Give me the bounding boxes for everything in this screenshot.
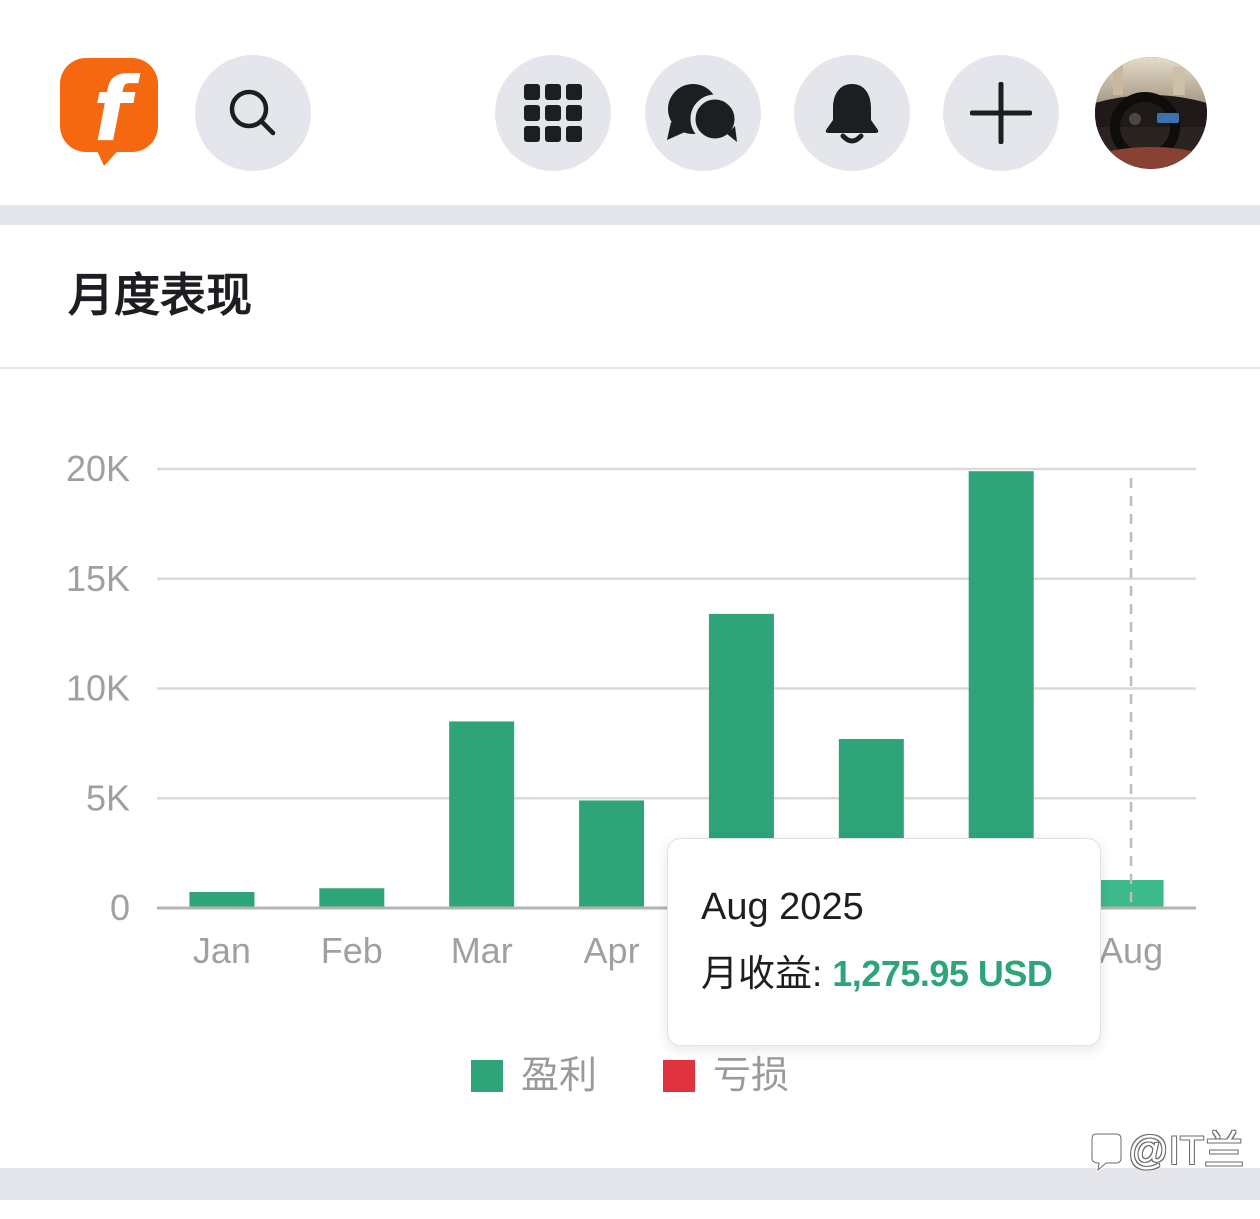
x-tick-label-feb: Feb <box>321 930 383 971</box>
y-tick-label-20k: 20K <box>66 448 130 489</box>
messenger-icon <box>667 84 740 144</box>
search-button[interactable] <box>195 55 311 171</box>
y-tick-label-10k: 10K <box>66 668 130 709</box>
legend-label-loss: 亏损 <box>713 1055 790 1097</box>
card-divider <box>0 367 1260 369</box>
top-navigation-bar: f <box>0 0 1260 205</box>
y-tick-label-0: 0 <box>110 887 130 928</box>
legend-item-profit[interactable]: 盈利 <box>471 1057 597 1095</box>
chart-legend: 盈利 亏损 <box>471 1057 789 1095</box>
bar-jan[interactable] <box>189 891 255 908</box>
tooltip-title: Aug 2025 <box>701 886 864 928</box>
tooltip-line: 月收益: 1,275.95 USD <box>701 952 1053 996</box>
tooltip-label: 月收益: <box>701 953 823 994</box>
legend-item-loss[interactable]: 亏损 <box>663 1057 789 1095</box>
legend-label-profit: 盈利 <box>521 1055 598 1097</box>
chart-tooltip: Aug 2025 月收益: 1,275.95 USD <box>667 838 1101 1046</box>
bar-feb[interactable] <box>319 888 385 908</box>
legend-swatch-loss <box>663 1060 696 1092</box>
notifications-button[interactable] <box>794 55 910 171</box>
plus-icon <box>970 82 1032 144</box>
messenger-button[interactable] <box>645 55 761 171</box>
x-tick-label-apr: Apr <box>584 930 640 971</box>
bar-apr[interactable] <box>579 800 645 908</box>
y-tick-label-15k: 15K <box>66 558 130 599</box>
section-separator <box>0 205 1260 225</box>
bar-mar[interactable] <box>449 721 515 908</box>
watermark-logo-icon <box>1090 1132 1123 1172</box>
bell-icon <box>825 84 879 144</box>
y-tick-label-5k: 5K <box>86 777 130 818</box>
watermark-text: @IT兰 <box>1128 1129 1245 1173</box>
watermark: @IT兰 <box>1088 1126 1244 1176</box>
tooltip-value: 1,275.95 USD <box>832 953 1053 994</box>
card-title: 月度表现 <box>68 269 252 321</box>
x-tick-label-mar: Mar <box>451 930 513 971</box>
search-icon <box>229 89 276 136</box>
section-separator-bottom <box>0 1168 1260 1200</box>
x-tick-label-jan: Jan <box>193 930 251 971</box>
grid-menu-icon <box>524 84 582 142</box>
x-tick-label-aug: Aug <box>1099 930 1163 971</box>
f-logo-icon[interactable]: f <box>58 56 160 168</box>
menu-button[interactable] <box>495 55 611 171</box>
create-button[interactable] <box>943 55 1059 171</box>
legend-swatch-profit <box>471 1060 503 1092</box>
avatar[interactable] <box>1095 57 1207 169</box>
